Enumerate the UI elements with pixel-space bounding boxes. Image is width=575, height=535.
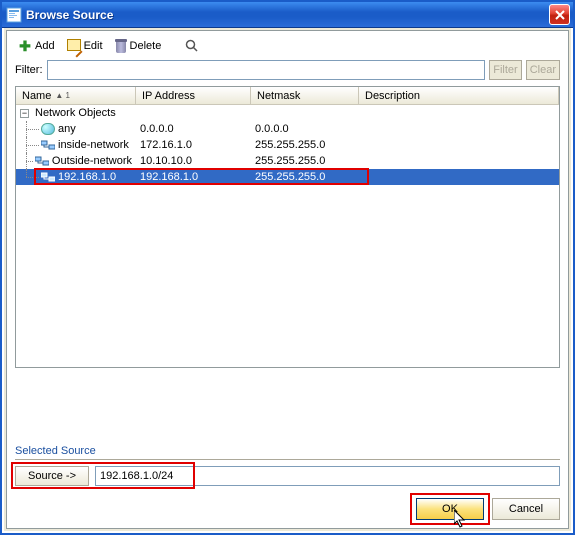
titlebar: Browse Source	[2, 2, 573, 28]
col-header-netmask[interactable]: Netmask	[251, 87, 359, 104]
titlebar-text: Browse Source	[26, 8, 549, 22]
globe-icon	[41, 123, 55, 135]
network-icon	[41, 171, 55, 183]
add-label: Add	[35, 40, 55, 52]
filter-input[interactable]	[47, 60, 486, 80]
selected-source-label: Selected Source	[15, 445, 560, 459]
object-ip: 172.16.1.0	[136, 139, 251, 151]
grid-body[interactable]: − Network Objects any 0.0.0.0 0.0.0.0	[16, 105, 559, 367]
col-header-name-label: Name	[22, 90, 51, 102]
objects-grid: Name ▲ 1 IP Address Netmask Description …	[15, 86, 560, 368]
close-button[interactable]	[549, 4, 570, 25]
filter-label: Filter:	[15, 64, 43, 76]
object-netmask: 0.0.0.0	[251, 123, 359, 135]
object-name: inside-network	[58, 139, 129, 151]
col-header-name[interactable]: Name ▲ 1	[16, 87, 136, 104]
magnifier-icon	[185, 39, 199, 53]
group-label: Network Objects	[35, 107, 116, 119]
add-button[interactable]: ✚ Add	[15, 38, 58, 54]
object-ip: 10.10.10.0	[136, 155, 251, 167]
app-icon	[6, 7, 22, 23]
trash-icon	[115, 39, 127, 53]
toolbar: ✚ Add Edit Delete	[7, 31, 568, 57]
plus-icon: ✚	[18, 39, 32, 53]
selected-source-section: Selected Source Source ->	[15, 445, 560, 486]
source-value-input[interactable]	[95, 466, 560, 486]
network-icon	[41, 139, 55, 151]
find-button[interactable]	[182, 38, 202, 54]
object-row[interactable]: inside-network 172.16.1.0 255.255.255.0	[16, 137, 559, 153]
collapse-toggle[interactable]: −	[20, 109, 29, 118]
object-netmask: 255.255.255.0	[251, 139, 359, 151]
sort-indicator: ▲ 1	[55, 91, 70, 100]
grid-header: Name ▲ 1 IP Address Netmask Description	[16, 87, 559, 105]
object-netmask: 255.255.255.0	[251, 155, 359, 167]
filter-button[interactable]: Filter	[489, 60, 521, 80]
object-row[interactable]: any 0.0.0.0 0.0.0.0	[16, 121, 559, 137]
dialog-buttons: OK Cancel	[416, 498, 560, 520]
pencil-icon	[67, 39, 81, 53]
source-button[interactable]: Source ->	[15, 466, 89, 486]
object-row-selected[interactable]: 192.168.1.0 192.168.1.0 255.255.255.0	[16, 169, 559, 185]
object-name: Outside-network	[52, 155, 132, 167]
object-netmask: 255.255.255.0	[251, 171, 359, 183]
clear-button[interactable]: Clear	[526, 60, 560, 80]
edit-label: Edit	[84, 40, 103, 52]
filter-row: Filter: Filter Clear	[7, 57, 568, 86]
close-icon	[555, 10, 565, 20]
object-ip: 0.0.0.0	[136, 123, 251, 135]
object-name: any	[58, 123, 76, 135]
col-header-ip[interactable]: IP Address	[136, 87, 251, 104]
cancel-button[interactable]: Cancel	[492, 498, 560, 520]
object-ip: 192.168.1.0	[136, 171, 251, 183]
ok-button[interactable]: OK	[416, 498, 484, 520]
delete-button[interactable]: Delete	[112, 38, 165, 54]
edit-button[interactable]: Edit	[64, 38, 106, 54]
network-icon	[35, 155, 49, 167]
object-row[interactable]: Outside-network 10.10.10.0 255.255.255.0	[16, 153, 559, 169]
group-row[interactable]: − Network Objects	[16, 105, 559, 121]
delete-label: Delete	[130, 40, 162, 52]
col-header-description[interactable]: Description	[359, 87, 559, 104]
object-name: 192.168.1.0	[58, 171, 116, 183]
